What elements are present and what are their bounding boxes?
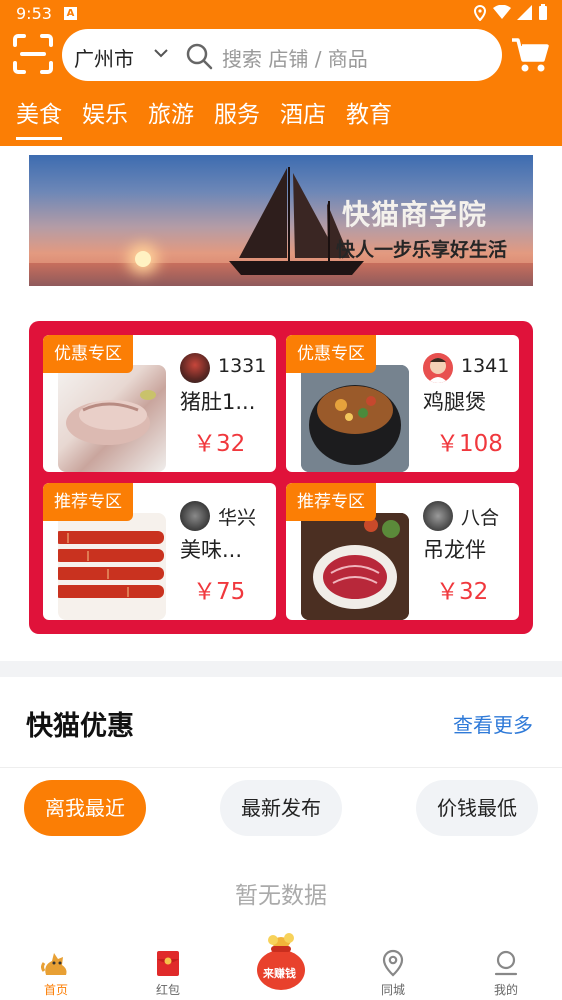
category-tabs: 美食 娱乐 旅游 服务 酒店 教育 [16,95,412,140]
shop-name: 1331 [218,355,267,377]
product-price: ￥75 [193,579,246,605]
signal-icon [517,5,532,20]
search-icon [186,43,213,70]
status-time: 9:53 [16,4,52,23]
tab-label: 我的 [493,983,518,997]
chevron-down-icon[interactable] [153,47,169,59]
product-image [58,365,166,472]
product-price: ￥32 [193,431,246,457]
tab-food[interactable]: 美食 [16,95,62,140]
promo-card[interactable]: 推荐专区 八合 吊龙伴 ￥32 [286,483,519,620]
search-bar[interactable]: 广州市 搜索 店铺 / 商品 [62,29,502,81]
tab-label: 同城 [380,983,405,997]
section-divider [0,661,562,677]
banner-subtitle: 快人一步乐享好生活 [336,239,508,261]
tab-label: 首页 [43,983,68,997]
product-image [58,513,166,620]
tab-label: 红包 [155,983,180,997]
shop-avatar [423,353,453,383]
tab-home[interactable]: 首页 [26,949,86,998]
tab-hotel[interactable]: 酒店 [280,95,326,135]
location-pin-icon [382,949,404,977]
tab-red-packet[interactable]: 红包 [138,949,198,998]
filter-cheapest[interactable]: 价钱最低 [416,780,538,836]
shop-name: 1341 [461,355,510,377]
profile-icon [494,950,518,976]
section-title: 快猫优惠 [26,711,134,742]
product-image [301,513,409,620]
promo-tag: 优惠专区 [43,335,133,373]
shop-name: 八合 [461,507,500,529]
banner-title: 快猫商学院 [342,198,488,231]
city-selector[interactable]: 广州市 [74,43,134,72]
tab-mine[interactable]: 我的 [476,949,536,998]
search-input[interactable]: 搜索 店铺 / 商品 [222,43,368,72]
cat-icon [41,953,67,975]
shop-avatar [180,353,210,383]
promo-card[interactable]: 优惠专区 1331 猪肚1... ￥32 [43,335,276,472]
promo-card[interactable]: 推荐专区 华兴 美味... ￥75 [43,483,276,620]
tab-travel[interactable]: 旅游 [148,95,194,135]
red-envelope-icon [157,951,179,976]
divider [0,767,562,768]
tab-local[interactable]: 同城 [363,949,423,998]
shop-avatar [180,501,210,531]
product-image [301,365,409,472]
promo-banner[interactable]: 快猫商学院 快人一步乐享好生活 [29,155,533,286]
empty-state: 暂无数据 [235,883,327,909]
product-title: 吊龙伴 [423,538,486,562]
filter-newest[interactable]: 最新发布 [220,780,342,836]
app-notification-icon: A [64,7,77,20]
filter-nearest[interactable]: 离我最近 [24,780,146,836]
product-title: 美味... [180,538,243,562]
promo-grid: 优惠专区 1331 猪肚1... ￥32 优惠专区 1341 鸡腿煲 ￥108 … [29,321,533,634]
tab-service[interactable]: 服务 [214,95,260,135]
product-price: ￥108 [436,431,503,457]
tab-earn-label[interactable]: 来赚钱 [263,965,296,981]
promo-card[interactable]: 优惠专区 1341 鸡腿煲 ￥108 [286,335,519,472]
product-title: 猪肚1... [180,390,256,414]
promo-tag: 推荐专区 [43,483,133,521]
scan-icon[interactable] [12,33,54,75]
shop-name: 华兴 [218,507,257,529]
battery-icon [539,4,547,20]
top-header: 9:53 A 广州市 搜索 店铺 / 商品 美食 娱乐 旅游 服务 酒店 教育 [0,0,562,146]
promo-tag: 优惠专区 [286,335,376,373]
money-bag-icon[interactable] [253,932,309,992]
wifi-icon [493,5,511,19]
shop-avatar [423,501,453,531]
product-price: ￥32 [436,579,489,605]
banner-sun [135,251,151,267]
promo-tag: 推荐专区 [286,483,376,521]
see-more-link[interactable]: 查看更多 [453,709,533,738]
status-icons [473,4,548,21]
tab-entertainment[interactable]: 娱乐 [82,95,128,135]
location-status-icon [473,4,487,21]
product-title: 鸡腿煲 [423,390,486,414]
tab-education[interactable]: 教育 [346,95,392,135]
cart-icon[interactable] [510,36,550,74]
